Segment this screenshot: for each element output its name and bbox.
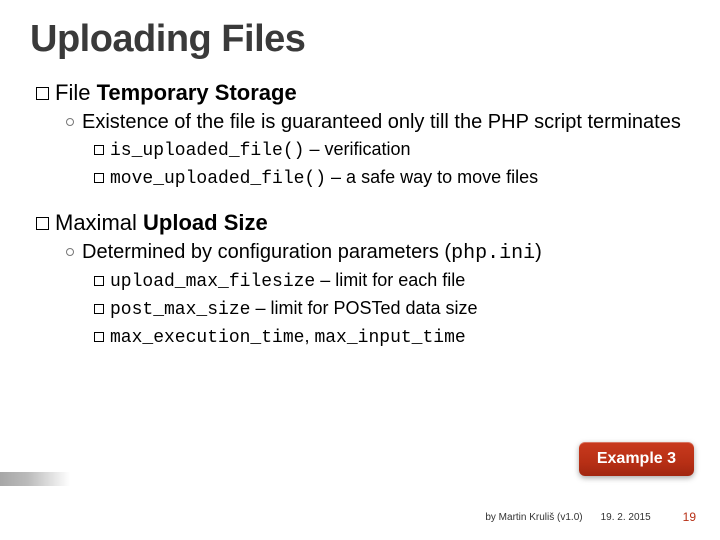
item-text: upload_max_filesize – limit for each fil…: [110, 268, 465, 294]
footer-author: by Martin Kruliš (v1.0): [485, 512, 582, 523]
item-post-max-size: post_max_size – limit for POSTed data si…: [94, 296, 690, 322]
accent-bar: [0, 472, 70, 486]
footer: by Martin Kruliš (v1.0) 19. 2. 2015 19: [0, 510, 700, 524]
section-heading-file-storage: File Temporary Storage: [36, 79, 690, 107]
example-badge: Example 3: [579, 442, 694, 476]
square-bullet-icon: [94, 332, 104, 342]
section-heading-max-upload: Maximal Upload Size: [36, 209, 690, 237]
heading-part-a: Maximal: [55, 210, 137, 235]
code-fn: is_uploaded_file(): [110, 141, 304, 161]
desc: – verification: [304, 139, 410, 159]
code-ini: upload_max_filesize: [110, 272, 315, 292]
text-b: ): [535, 241, 542, 263]
item-text: move_uploaded_file() – a safe way to mov…: [110, 165, 538, 191]
item-move-uploaded: move_uploaded_file() – a safe way to mov…: [94, 165, 690, 191]
item-is-uploaded: is_uploaded_file() – verification: [94, 137, 690, 163]
heading-part-b: Temporary Storage: [97, 80, 297, 105]
desc: – a safe way to move files: [326, 167, 538, 187]
square-bullet-icon: [94, 173, 104, 183]
page-title: Uploading Files: [30, 18, 690, 61]
code-fn: move_uploaded_file(): [110, 169, 326, 189]
heading-part-a: File: [55, 80, 90, 105]
item-text: post_max_size – limit for POSTed data si…: [110, 296, 478, 322]
item-text: max_execution_time, max_input_time: [110, 324, 466, 350]
heading-text: File Temporary Storage: [55, 79, 297, 107]
ring-bullet-icon: [66, 248, 74, 256]
slide: Uploading Files File Temporary Storage E…: [0, 0, 720, 540]
square-bullet-icon: [94, 145, 104, 155]
ring-bullet-icon: [66, 118, 74, 126]
footer-page-number: 19: [683, 510, 696, 524]
heading-part-b: Upload Size: [143, 210, 268, 235]
square-bullet-icon: [94, 304, 104, 314]
code-ini: max_input_time: [314, 328, 465, 348]
square-bullet-icon: [94, 276, 104, 286]
item-time-limits: max_execution_time, max_input_time: [94, 324, 690, 350]
point-text: Determined by configuration parameters (…: [82, 240, 542, 266]
desc: – limit for POSTed data size: [250, 298, 477, 318]
item-text: is_uploaded_file() – verification: [110, 137, 411, 163]
heading-text: Maximal Upload Size: [55, 209, 268, 237]
square-bullet-icon: [36, 87, 49, 100]
point-existence: Existence of the file is guaranteed only…: [66, 110, 690, 135]
code-ini: php.ini: [451, 242, 535, 265]
desc: – limit for each file: [315, 270, 465, 290]
code-ini: post_max_size: [110, 300, 250, 320]
point-config: Determined by configuration parameters (…: [66, 240, 690, 266]
code-ini: max_execution_time: [110, 328, 304, 348]
text-a: Determined by configuration parameters (: [82, 241, 451, 263]
square-bullet-icon: [36, 217, 49, 230]
footer-date: 19. 2. 2015: [601, 512, 651, 523]
point-text: Existence of the file is guaranteed only…: [82, 110, 681, 135]
item-upload-max-filesize: upload_max_filesize – limit for each fil…: [94, 268, 690, 294]
sep: ,: [304, 326, 314, 346]
